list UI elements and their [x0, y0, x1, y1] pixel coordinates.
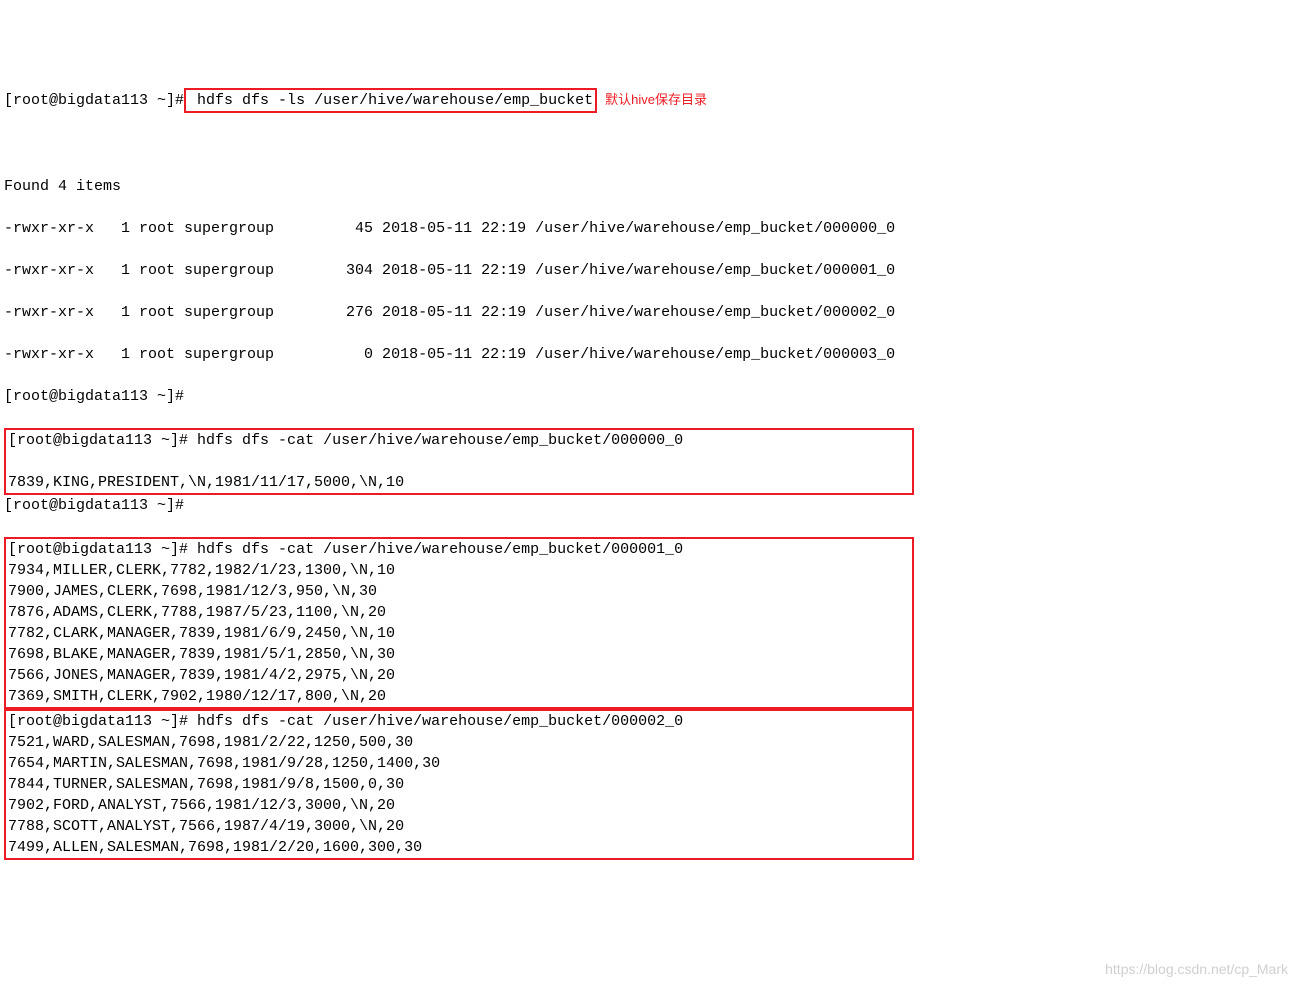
highlight-box-cat0: [root@bigdata113 ~]# hdfs dfs -cat /user… [4, 428, 914, 495]
annotation-hive-dir: 默认hive保存目录 [605, 92, 707, 107]
prompt-empty: [root@bigdata113 ~]# [4, 495, 1298, 516]
prompt: [root@bigdata113 ~]# [4, 92, 184, 109]
terminal-line-ls: [root@bigdata113 ~]# hdfs dfs -ls /user/… [4, 88, 1298, 113]
command-ls: hdfs dfs -ls /user/hive/warehouse/emp_bu… [197, 92, 593, 109]
highlight-box-cat1: [root@bigdata113 ~]# hdfs dfs -cat /user… [4, 537, 914, 709]
cat1-row: 7876,ADAMS,CLERK,7788,1987/5/23,1100,\N,… [8, 604, 386, 621]
cat2-row: 7902,FORD,ANALYST,7566,1981/12/3,3000,\N… [8, 797, 395, 814]
ls-row: -rwxr-xr-x 1 root supergroup 276 2018-05… [4, 302, 1298, 323]
cat2-row: 7499,ALLEN,SALESMAN,7698,1981/2/20,1600,… [8, 839, 422, 856]
command-cat0: hdfs dfs -cat /user/hive/warehouse/emp_b… [197, 432, 683, 449]
cat2-row: 7654,MARTIN,SALESMAN,7698,1981/9/28,1250… [8, 755, 440, 772]
ls-row: -rwxr-xr-x 1 root supergroup 304 2018-05… [4, 260, 1298, 281]
cat2-row: 7521,WARD,SALESMAN,7698,1981/2/22,1250,5… [8, 734, 413, 751]
cat1-row: 7934,MILLER,CLERK,7782,1982/1/23,1300,\N… [8, 562, 395, 579]
prompt: [root@bigdata113 ~]# [8, 541, 188, 558]
watermark: https://blog.csdn.net/cp_Mark [1105, 960, 1288, 980]
highlight-box-ls-cmd: hdfs dfs -ls /user/hive/warehouse/emp_bu… [184, 88, 597, 113]
ls-row: -rwxr-xr-x 1 root supergroup 0 2018-05-1… [4, 344, 1298, 365]
cat1-row: 7566,JONES,MANAGER,7839,1981/4/2,2975,\N… [8, 667, 395, 684]
cat1-row: 7369,SMITH,CLERK,7902,1980/12/17,800,\N,… [8, 688, 386, 705]
found-items: Found 4 items [4, 176, 1298, 197]
prompt: [root@bigdata113 ~]# [8, 432, 188, 449]
prompt: [root@bigdata113 ~]# [8, 713, 188, 730]
command-cat1: hdfs dfs -cat /user/hive/warehouse/emp_b… [197, 541, 683, 558]
cat1-row: 7900,JAMES,CLERK,7698,1981/12/3,950,\N,3… [8, 583, 377, 600]
cat1-row: 7698,BLAKE,MANAGER,7839,1981/5/1,2850,\N… [8, 646, 395, 663]
cat2-row: 7844,TURNER,SALESMAN,7698,1981/9/8,1500,… [8, 776, 404, 793]
command-cat2: hdfs dfs -cat /user/hive/warehouse/emp_b… [197, 713, 683, 730]
prompt-empty: [root@bigdata113 ~]# [4, 386, 1298, 407]
cat0-row: 7839,KING,PRESIDENT,\N,1981/11/17,5000,\… [8, 474, 404, 491]
highlight-box-cat2: [root@bigdata113 ~]# hdfs dfs -cat /user… [4, 709, 914, 860]
cat1-row: 7782,CLARK,MANAGER,7839,1981/6/9,2450,\N… [8, 625, 395, 642]
cat2-row: 7788,SCOTT,ANALYST,7566,1987/4/19,3000,\… [8, 818, 404, 835]
ls-row: -rwxr-xr-x 1 root supergroup 45 2018-05-… [4, 218, 1298, 239]
